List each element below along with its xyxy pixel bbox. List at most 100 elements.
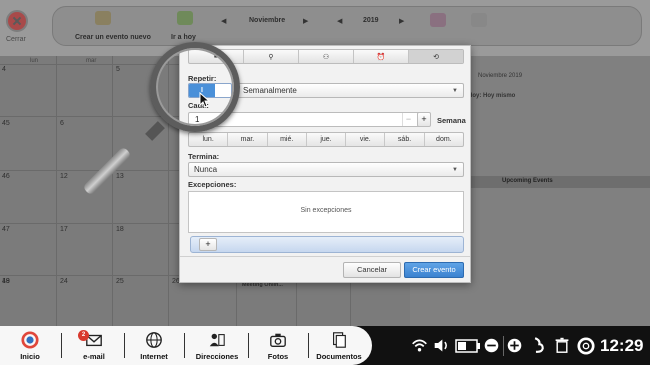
taskbar-item-direcciones[interactable]: Direcciones xyxy=(192,326,242,365)
taskbar-separator xyxy=(308,333,309,358)
day-number[interactable]: 6 xyxy=(60,120,64,127)
taskbar-label: e-mail xyxy=(83,352,105,361)
day-number[interactable]: 13 xyxy=(116,173,124,180)
weekday-wed[interactable]: mié. xyxy=(268,133,307,146)
right-panel-sub: Hoy: Hoy mismo xyxy=(468,93,516,99)
right-panel-title: Noviembre 2019 xyxy=(478,73,523,79)
day-number[interactable]: 5 xyxy=(116,66,120,73)
help-hand-icon[interactable] xyxy=(530,336,547,354)
day-number[interactable]: 18 xyxy=(116,226,124,233)
day-number[interactable]: 47 xyxy=(2,226,10,233)
taskbar-item-fotos[interactable]: Fotos xyxy=(256,326,300,365)
decrement-button[interactable]: − xyxy=(402,113,414,126)
toolbar: Crear un evento nuevo Ir a hoy ◀ Noviemb… xyxy=(52,6,642,46)
day-number[interactable]: 12 xyxy=(60,173,68,180)
weekday-selector: lun. mar. mié. jue. vie. sáb. dom. xyxy=(188,132,464,147)
zoom-out-icon[interactable] xyxy=(483,337,500,354)
increment-button[interactable]: + xyxy=(417,112,431,127)
weekday-tue[interactable]: mar. xyxy=(228,133,268,146)
go-today-button[interactable]: Ir a hoy xyxy=(171,34,196,41)
frequency-value: Semanalmente xyxy=(243,86,297,95)
exceptions-toolbar: + xyxy=(190,236,464,253)
globe-icon xyxy=(146,332,162,348)
next-year-icon[interactable]: ▶ xyxy=(399,17,404,25)
close-icon[interactable] xyxy=(6,10,28,32)
taskbar: Inicio e-mail Internet Direcciones Fotos… xyxy=(0,326,650,365)
exceptions-empty-text: Sin excepciones xyxy=(300,207,352,214)
day-number[interactable]: 24 xyxy=(60,278,68,285)
frequency-select[interactable]: Semanalmente ▼ xyxy=(237,83,464,98)
contacts-icon xyxy=(209,333,225,347)
trash-icon[interactable] xyxy=(554,336,570,354)
close-label: Cerrar xyxy=(6,36,26,43)
exceptions-label: Excepciones: xyxy=(188,180,237,189)
day-number[interactable]: 19 xyxy=(2,278,10,285)
documents-icon xyxy=(333,332,346,348)
taskbar-separator xyxy=(61,333,62,358)
taskbar-label: Fotos xyxy=(267,352,289,361)
lifebuoy-icon[interactable] xyxy=(577,337,595,355)
wifi-icon[interactable] xyxy=(411,337,428,354)
tab-recurrence[interactable]: ⟲ xyxy=(409,50,463,63)
today-icon xyxy=(177,11,193,25)
taskbar-label: Documentos xyxy=(316,352,362,361)
day-number[interactable]: 46 xyxy=(2,173,10,180)
dropdown-arrow-icon: ▼ xyxy=(452,88,458,94)
taskbar-separator xyxy=(124,333,125,358)
every-unit: Semana xyxy=(437,116,466,125)
camera-icon xyxy=(270,333,286,347)
taskbar-separator xyxy=(184,333,185,358)
clock: 12:29 xyxy=(600,336,644,355)
taskbar-item-internet[interactable]: Internet xyxy=(132,326,176,365)
tab-reminders[interactable]: ⏰ xyxy=(354,50,409,63)
day-header: mar xyxy=(86,58,97,64)
weekday-thu[interactable]: jue. xyxy=(307,133,347,146)
mouse-cursor-icon xyxy=(199,92,211,108)
year-label: 2019 xyxy=(363,17,379,24)
battery-icon[interactable] xyxy=(455,339,481,353)
volume-icon[interactable] xyxy=(433,337,450,354)
ends-value: Nunca xyxy=(194,165,218,174)
day-number[interactable]: 4 xyxy=(2,66,6,73)
tab-location[interactable]: ⚲ xyxy=(244,50,299,63)
next-month-icon[interactable]: ▶ xyxy=(303,17,308,25)
magnifier-lens-icon xyxy=(150,42,240,132)
ends-select[interactable]: Nunca ▼ xyxy=(188,162,464,177)
exceptions-list[interactable]: Sin excepciones xyxy=(188,191,464,233)
day-header: lun xyxy=(30,58,39,64)
zoom-in-icon[interactable] xyxy=(506,337,523,354)
day-number[interactable]: 45 xyxy=(2,120,10,127)
day-number[interactable]: 25 xyxy=(116,278,124,285)
new-event-icon xyxy=(95,11,111,25)
weekday-sun[interactable]: dom. xyxy=(425,133,463,146)
home-logo-icon xyxy=(21,331,39,349)
taskbar-label: Internet xyxy=(140,352,168,361)
tab-attendees[interactable]: ⚇ xyxy=(299,50,354,63)
prev-month-icon[interactable]: ◀ xyxy=(221,17,226,25)
month-label: Noviembre xyxy=(249,17,286,24)
grid-line xyxy=(112,56,113,326)
weekday-sat[interactable]: sáb. xyxy=(385,133,425,146)
new-event-button[interactable]: Crear un evento nuevo xyxy=(75,34,151,41)
add-exception-button[interactable]: + xyxy=(199,238,217,251)
taskbar-separator xyxy=(248,333,249,358)
taskbar-label: Inicio xyxy=(20,352,40,361)
prev-year-icon[interactable]: ◀ xyxy=(337,17,342,25)
email-badge: 2 xyxy=(78,330,89,341)
tray-separator xyxy=(503,336,504,356)
dropdown-arrow-icon: ▼ xyxy=(452,167,458,173)
footer-divider xyxy=(180,256,470,257)
cancel-button[interactable]: Cancelar xyxy=(343,262,401,278)
create-event-button[interactable]: Crear evento xyxy=(404,262,464,278)
ends-label: Termina: xyxy=(188,152,220,161)
weekday-fri[interactable]: vie. xyxy=(346,133,386,146)
taskbar-item-inicio[interactable]: Inicio xyxy=(10,326,50,365)
upcoming-events-title: Upcoming Events xyxy=(502,178,553,184)
delete-event-icon xyxy=(430,13,446,27)
grid-line xyxy=(56,56,57,326)
weekday-mon[interactable]: lun. xyxy=(189,133,229,146)
settings-icon xyxy=(471,13,487,27)
taskbar-item-documentos[interactable]: Documentos xyxy=(314,326,364,365)
taskbar-label: Direcciones xyxy=(195,352,239,361)
day-number[interactable]: 17 xyxy=(60,226,68,233)
